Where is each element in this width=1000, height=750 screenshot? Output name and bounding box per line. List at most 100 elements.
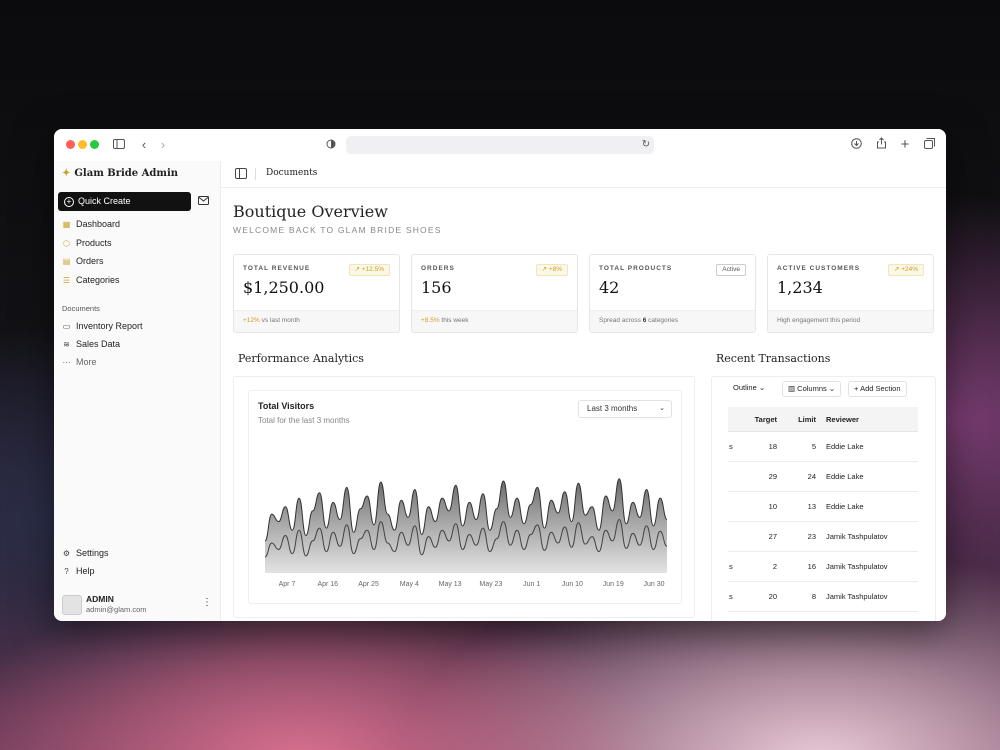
transactions-table: Target Limit Reviewer s 18 5 Eddie Lake 29 24… [728, 407, 918, 621]
reviewer-cell: Eddie Lake [822, 431, 918, 462]
table-header-reviewer[interactable]: Reviewer [822, 407, 918, 432]
analytics-panel: Total Visitors Total for the last 3 mont… [233, 376, 695, 618]
reload-icon[interactable]: ↻ [638, 137, 654, 153]
table-row[interactable]: s 2 16 Jamik Tashpulatov [728, 551, 918, 582]
card-footer: High engagement this period [768, 310, 933, 332]
reviewer-cell: Jamik Tashpulatov [822, 581, 918, 612]
footer-text: High engagement this period [777, 317, 861, 324]
close-window-button[interactable] [66, 140, 75, 149]
status-cell: s [728, 551, 740, 582]
sidebar-item-more[interactable]: ··· More [62, 354, 97, 370]
sidebar-item-dashboard[interactable]: ▦ Dashboard [62, 216, 120, 232]
reviewer-cell: Eddie Lake [822, 461, 918, 492]
sidebar-item-label: Orders [76, 256, 104, 266]
analytics-section-title: Performance Analytics [238, 352, 364, 365]
limit-cell: 16 [781, 551, 822, 582]
sidebar-item-orders[interactable]: ▤ Orders [62, 253, 104, 269]
panel-toggle-icon[interactable] [235, 168, 247, 179]
outline-select[interactable]: Outline ⌄ [728, 381, 770, 395]
sidebar: ✦ Glam Bride Admin + Quick Create ▦ Dashboa… [54, 161, 221, 621]
card-footer: +8.5% this week [412, 310, 577, 332]
transactions-section-title: Recent Transactions [716, 352, 831, 365]
sidebar-item-help[interactable]: ? Help [62, 563, 95, 579]
status-badge: Active [716, 264, 746, 276]
page-subtitle: WELCOME BACK TO GLAM BRIDE SHOES [233, 225, 442, 235]
footer-text: Spread across [599, 317, 643, 324]
sidebar-item-sales-data[interactable]: ≋ Sales Data [62, 336, 120, 352]
chart-title: Total Visitors [258, 401, 315, 411]
outline-label: Outline [733, 383, 757, 392]
sidebar-toggle-icon[interactable] [111, 137, 127, 153]
range-select-value: Last 3 months [587, 404, 638, 413]
ellipsis-icon: ··· [62, 358, 71, 367]
target-cell: 20 [740, 581, 781, 612]
zoom-window-button[interactable] [90, 140, 99, 149]
card-value: $1,250.00 [243, 278, 325, 297]
table-row[interactable]: 10 13 Eddie Lake [728, 491, 918, 522]
privacy-shield-icon[interactable] [323, 137, 339, 153]
table-row[interactable]: s 20 8 Jamik Tashpulatov [728, 581, 918, 612]
table-header-cell [728, 407, 740, 432]
sidebar-item-products[interactable]: ⬡ Products [62, 235, 112, 251]
table-row[interactable]: s 18 5 Eddie Lake [728, 431, 918, 462]
table-row[interactable]: 27 23 Jamik Tashpulatov [728, 521, 918, 552]
sidebar-item-inventory-report[interactable]: ▭ Inventory Report [62, 318, 143, 334]
share-icon[interactable] [873, 137, 889, 153]
back-icon[interactable]: ‹ [136, 137, 152, 153]
sidebar-item-label: More [76, 357, 97, 367]
minimize-window-button[interactable] [78, 140, 87, 149]
limit-cell: 23 [781, 521, 822, 552]
limit-cell: 8 [781, 581, 822, 612]
status-cell [728, 491, 740, 522]
sidebar-item-label: Inventory Report [76, 321, 143, 331]
new-tab-icon[interactable]: + [897, 137, 913, 153]
plus-circle-icon: + [64, 196, 74, 207]
tabs-overview-icon[interactable] [921, 137, 937, 153]
target-cell: 29 [740, 461, 781, 492]
sidebar-item-label: Sales Data [76, 339, 121, 349]
card-value: 156 [421, 278, 452, 297]
range-select[interactable]: Last 3 months ⌄ [578, 400, 672, 418]
mail-icon[interactable] [198, 196, 210, 206]
status-cell [728, 521, 740, 552]
reviewer-cell: Eddie Lake [822, 491, 918, 522]
table-header-target[interactable]: Target [740, 407, 781, 432]
target-cell: 27 [740, 521, 781, 552]
reviewer-cell: Jamik Tashpulatov [822, 611, 918, 621]
limit-cell: 21 [781, 611, 822, 621]
x-tick-label: May 23 [479, 581, 503, 588]
forward-icon[interactable]: › [155, 137, 171, 153]
download-icon[interactable] [848, 137, 864, 153]
url-bar[interactable] [346, 136, 654, 154]
sidebar-item-label: Help [76, 566, 95, 576]
limit-cell: 24 [781, 461, 822, 492]
user-menu[interactable]: ADMIN admin@glam.com ⋮ [62, 593, 212, 615]
list-icon: ▤ [62, 257, 71, 266]
stat-card-revenue: TOTAL REVENUE ↗ +12.5% $1,250.00 +12% vs… [233, 254, 400, 333]
columns-button[interactable]: ▥ Columns ⌄ [782, 381, 842, 397]
table-row[interactable]: s1921Jamik Tashpulatov [728, 611, 918, 621]
breadcrumb: Documents [266, 168, 318, 178]
footer-highlight: +12% [243, 317, 260, 324]
browser-window: ‹ › ↻ + ✦ Glam Bride Admin + Quick Create … [54, 129, 946, 621]
table-row[interactable]: 29 24 Eddie Lake [728, 461, 918, 492]
target-cell: 18 [740, 431, 781, 462]
quick-create-button[interactable]: + Quick Create [58, 192, 191, 211]
status-cell: s [728, 431, 740, 462]
sidebar-item-categories[interactable]: ☰ Categories [62, 272, 120, 288]
add-section-button[interactable]: + Add Section [848, 381, 907, 397]
chevron-down-icon: ⌄ [828, 384, 836, 393]
help-circle-icon: ? [64, 567, 69, 576]
trend-badge: ↗ +12.5% [348, 264, 390, 276]
footer-text: vs last month [259, 317, 300, 324]
database-icon: ≋ [63, 340, 70, 349]
card-label: TOTAL REVENUE [243, 265, 311, 272]
table-header-row: Target Limit Reviewer [728, 407, 918, 432]
sidebar-item-settings[interactable]: ⚙ Settings [62, 545, 109, 561]
documents-section-label: Documents [62, 304, 100, 313]
table-header-limit[interactable]: Limit [781, 407, 822, 432]
card-footer: Spread across 6 categories [590, 310, 755, 332]
brand[interactable]: ✦ Glam Bride Admin [62, 168, 178, 179]
top-bar: Documents [221, 161, 946, 188]
more-vertical-icon[interactable]: ⋮ [202, 597, 212, 608]
